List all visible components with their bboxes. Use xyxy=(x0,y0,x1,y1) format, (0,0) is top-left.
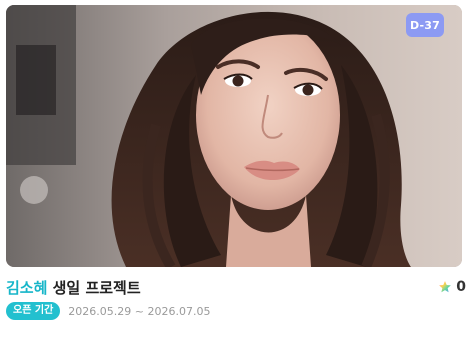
like-counter[interactable]: 0 xyxy=(438,279,466,295)
like-count: 0 xyxy=(456,279,466,295)
project-photo[interactable]: D-37 xyxy=(6,5,462,267)
title-rest: 생일 프로젝트 xyxy=(47,278,141,297)
status-badge: 오픈 기간 xyxy=(6,302,61,320)
meta-row: 오픈 기간 2026.05.29 ~ 2026.07.05 xyxy=(6,302,210,320)
project-title[interactable]: 김소혜 생일 프로젝트 xyxy=(6,277,141,298)
title-row: 김소혜 생일 프로젝트 0 xyxy=(6,276,466,298)
rainbow-star-icon xyxy=(439,281,452,293)
project-card[interactable]: D-37 김소혜 생일 프로젝트 0 오픈 기간 2026.05.29 ~ 20… xyxy=(0,0,476,355)
title-name: 김소혜 xyxy=(6,278,48,297)
portrait-image xyxy=(6,5,462,267)
project-period: 2026.05.29 ~ 2026.07.05 xyxy=(68,304,211,318)
d-day-badge: D-37 xyxy=(406,13,444,37)
